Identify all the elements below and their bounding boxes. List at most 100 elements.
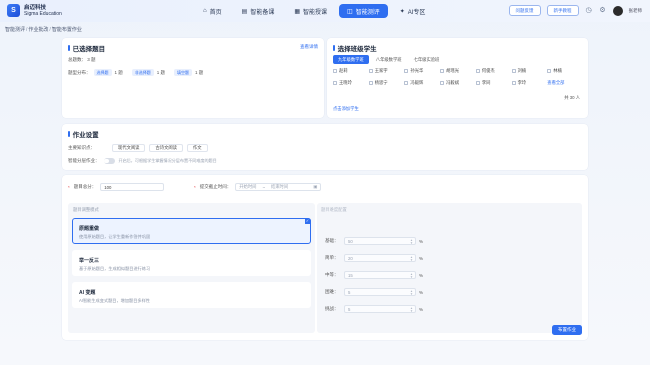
- main-nav: ⌂ 首页 ▤ 智能备课 ▦ 智能授课 ◫ 智能测评 ✦ AI专区: [195, 4, 433, 18]
- mode-option-redo[interactable]: 原题重做 使用原始题目，让学生重新作答并巩固 ✓: [72, 218, 311, 244]
- logo-mark-icon: S: [7, 4, 20, 17]
- student-list: 赵莉 王家宇 孙光华 胡瑶光 何俊杰 刘楠 林楠 王晓玲 杨思宁 冯毅辉 冯毅斌…: [333, 68, 583, 86]
- student-checkbox[interactable]: 刘楠: [511, 68, 548, 74]
- difficulty-label: 挑战：: [325, 306, 339, 311]
- checkbox-icon: [368, 81, 373, 85]
- student-checkbox[interactable]: 冯毅斌: [440, 80, 476, 86]
- mode-option-ai-variant[interactable]: AI 变题 AI智能生成变式题目，增加题目多样性: [72, 282, 311, 308]
- knowledge-point-chip[interactable]: 现代文阅读: [112, 144, 146, 152]
- student-checkbox[interactable]: 林楠: [547, 68, 583, 74]
- student-checkbox[interactable]: 李玲: [511, 80, 548, 86]
- checkbox-icon: [511, 69, 516, 73]
- view-all-students-link[interactable]: 查看全部: [547, 80, 583, 86]
- adjust-mode-title: 题目调整模式: [73, 207, 99, 212]
- stepper-icon[interactable]: ▲ ▼: [410, 306, 413, 314]
- layered-homework-row: 智能分层作业： 开启后，可根据学生掌握情况分层布置不同难度的题目: [68, 158, 217, 164]
- checkbox-icon: [475, 81, 480, 85]
- mode-option-similar[interactable]: 举一反三 基于原始题目，生成相似题目进行练习: [72, 250, 311, 276]
- checkbox-icon: [511, 81, 516, 85]
- knowledge-point-chip[interactable]: 作文: [186, 144, 208, 152]
- student-name: 李同: [481, 80, 491, 85]
- student-name: 何俊杰: [481, 68, 495, 73]
- student-name: 胡瑶光: [446, 68, 460, 73]
- tab-class[interactable]: 九年级数学班: [333, 55, 369, 64]
- nav-assessment[interactable]: ◫ 智能测评: [339, 4, 388, 18]
- home-icon: ⌂: [203, 8, 207, 14]
- student-checkbox[interactable]: 冯毅辉: [404, 80, 440, 86]
- difficulty-input[interactable]: 50 ▲ ▼: [344, 237, 416, 245]
- feedback-button[interactable]: 问题反馈: [508, 5, 541, 16]
- assessment-icon: ◫: [347, 8, 353, 15]
- student-checkbox[interactable]: 孙光华: [404, 68, 440, 74]
- history-icon[interactable]: ◷: [585, 7, 593, 15]
- brand-name-en: Sigma Education: [24, 10, 62, 17]
- required-mark: *: [68, 184, 70, 190]
- student-checkbox[interactable]: 李同: [475, 80, 512, 86]
- knowledge-points-row: 主要知识点： 现代文阅读 古诗文阅读 作文: [68, 144, 208, 152]
- student-checkbox[interactable]: 王晓玲: [333, 80, 369, 86]
- tab-class[interactable]: 八年级数学班: [371, 55, 407, 64]
- nav-assessment-label: 智能测评: [355, 9, 380, 16]
- knowledge-point-chip[interactable]: 古诗文阅读: [149, 144, 183, 152]
- stepper-icon[interactable]: ▲ ▼: [410, 238, 413, 246]
- difficulty-label: 中等：: [325, 272, 339, 277]
- difficulty-input[interactable]: 5 ▲ ▼: [344, 288, 416, 296]
- checkbox-icon: [368, 69, 373, 73]
- student-name: 孙光华: [410, 68, 424, 73]
- deadline-start: 开始时间: [239, 184, 257, 189]
- avatar[interactable]: [612, 5, 623, 16]
- stepper-icon[interactable]: ▲ ▼: [410, 289, 413, 297]
- student-name: 杨思宁: [374, 80, 388, 85]
- brand-logo[interactable]: S 启迈科技 Sigma Education: [7, 4, 62, 17]
- difficulty-value: 15: [348, 272, 353, 278]
- student-name: 李玲: [517, 80, 527, 85]
- top-right-tools: 问题反馈 新手教程 ◷ ⚙ 张老师: [508, 5, 643, 16]
- top-bar: S 启迈科技 Sigma Education ⌂ 首页 ▤ 智能备课 ▦ 智能授…: [0, 0, 650, 22]
- view-detail-link[interactable]: 查看详情: [300, 44, 318, 50]
- add-student-link[interactable]: 点击添加学生: [333, 106, 359, 112]
- stepper-icon[interactable]: ▲ ▼: [410, 272, 413, 280]
- difficulty-input[interactable]: 5 ▲ ▼: [344, 305, 416, 313]
- checkbox-icon: [475, 69, 480, 73]
- stepper-icon[interactable]: ▲ ▼: [410, 255, 413, 263]
- layered-homework-label: 智能分层作业：: [68, 158, 100, 163]
- checkbox-icon: [404, 81, 409, 85]
- total-score-input[interactable]: 100: [100, 183, 165, 191]
- difficulty-config-panel: 题目难度配置 基础： 50 ▲ ▼ % 简单： 20 ▲ ▼ % 中等： 15 ▲ ▼ % …: [317, 203, 582, 333]
- difficulty-row: 基础： 50 ▲ ▼ %: [325, 237, 423, 245]
- deadline-range-picker[interactable]: 开始时间 ~ 结束时间 ▣: [235, 183, 322, 191]
- tab-class[interactable]: 七年级实验班: [409, 55, 445, 64]
- nav-home[interactable]: ⌂ 首页: [195, 4, 230, 18]
- student-checkbox[interactable]: 胡瑶光: [440, 68, 476, 74]
- checkbox-icon: [404, 69, 409, 73]
- calendar-icon: ▣: [313, 184, 318, 189]
- nav-ai-zone[interactable]: ✦ AI专区: [392, 4, 434, 18]
- nav-ai-zone-label: AI专区: [407, 9, 426, 16]
- nav-teaching[interactable]: ▦ 智能授课: [286, 4, 335, 18]
- assign-homework-button[interactable]: 布置作业: [552, 325, 582, 335]
- checkbox-icon: [440, 81, 445, 85]
- layered-homework-toggle[interactable]: [103, 158, 115, 164]
- board-icon: ▦: [294, 8, 300, 15]
- percent-sign: %: [419, 272, 424, 278]
- checkbox-icon: [333, 69, 337, 73]
- student-checkbox[interactable]: 杨思宁: [368, 80, 405, 86]
- class-tabs: 九年级数学班 八年级数学班 七年级实验班: [333, 55, 444, 64]
- student-checkbox[interactable]: 何俊杰: [475, 68, 512, 74]
- student-count: 共 30 人: [564, 95, 580, 100]
- breadcrumb-item[interactable]: 智能测评: [5, 27, 25, 33]
- difficulty-input[interactable]: 20 ▲ ▼: [344, 254, 416, 262]
- breadcrumb-item[interactable]: 作业批改: [28, 27, 48, 33]
- student-checkbox[interactable]: 赵莉: [333, 68, 369, 74]
- student-name: 王晓玲: [339, 80, 352, 85]
- percent-sign: %: [419, 255, 424, 261]
- difficulty-input[interactable]: 15 ▲ ▼: [344, 271, 416, 279]
- mode-name: AI 变题: [79, 290, 96, 296]
- nav-lesson-prep[interactable]: ▤ 智能备课: [234, 4, 283, 18]
- difficulty-value: 50: [348, 238, 353, 244]
- user-name[interactable]: 张老师: [629, 8, 643, 14]
- student-checkbox[interactable]: 王家宇: [368, 68, 405, 74]
- tutorial-button[interactable]: 新手教程: [546, 5, 579, 16]
- select-students-title: 选择班级学生: [333, 43, 377, 53]
- settings-icon[interactable]: ⚙: [599, 7, 607, 15]
